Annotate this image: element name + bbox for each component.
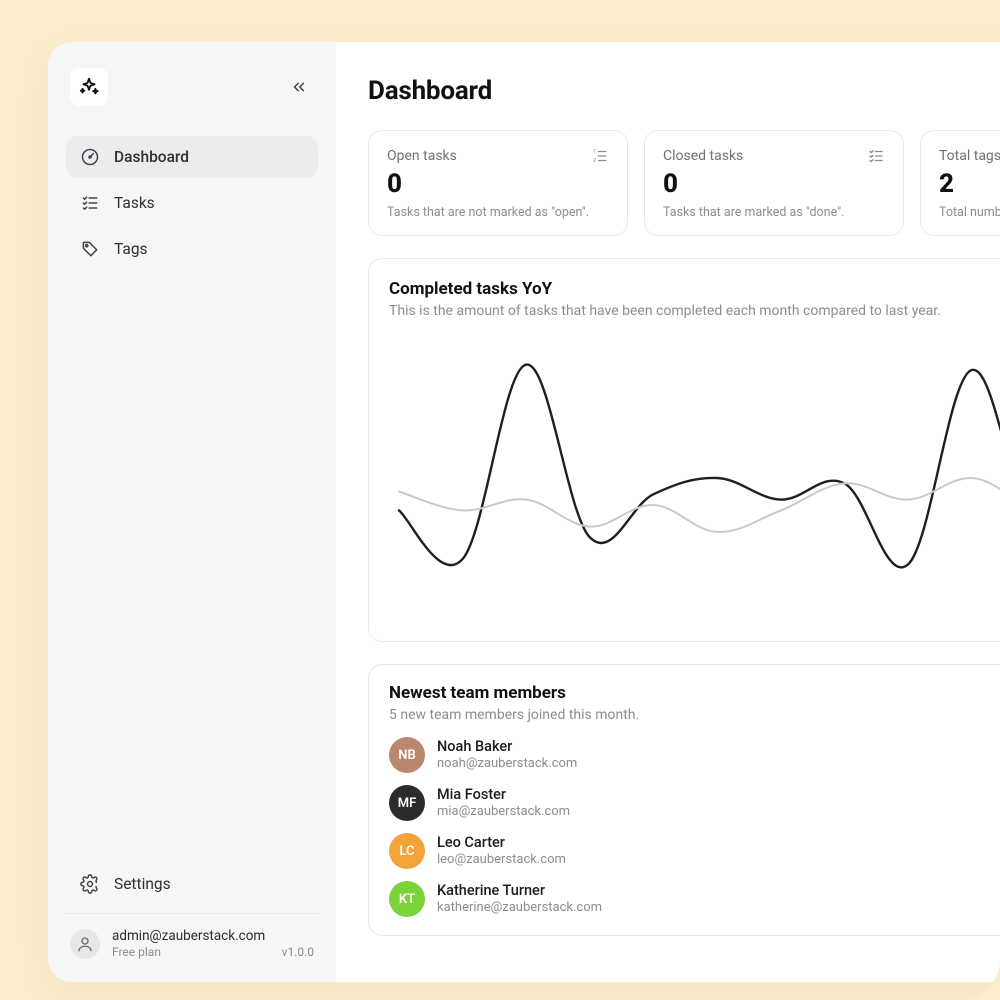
chart-series-0 [399,365,1000,568]
team-subtitle: 5 new team members joined this month. [389,707,639,723]
page-title: Dashboard [368,76,1000,106]
stat-label: Open tasks [387,148,457,164]
stat-description: Total number of tags. [939,205,1000,221]
stat-description: Tasks that are not marked as "open". [387,205,609,221]
svg-text:2: 2 [593,158,596,164]
sidebar-collapse-button[interactable] [284,72,314,102]
member-avatar: KT [389,881,425,917]
gauge-icon [80,147,100,167]
svg-text:1: 1 [593,149,596,155]
user-icon [76,935,94,953]
team-member[interactable]: KT Katherine Turnerkatherine@zauberstack.… [389,881,1000,917]
stat-value: 2 [939,169,1000,199]
nav-item-label: Settings [114,875,171,893]
member-email: noah@zauberstack.com [437,756,577,772]
ordered-list-icon: 12 [591,147,609,165]
team-member[interactable]: NB Noah Bakernoah@zauberstack.com [389,737,1000,773]
member-avatar: MF [389,785,425,821]
stat-description: Tasks that are marked as "done". [663,205,885,221]
member-name: Mia Foster [437,786,570,804]
nav-item-label: Dashboard [114,148,189,166]
member-avatar: LC [389,833,425,869]
nav-item-label: Tasks [114,194,155,212]
member-name: Leo Carter [437,834,566,852]
member-name: Katherine Turner [437,882,602,900]
nav-item-settings[interactable]: Settings [66,863,318,905]
main-content: Dashboard Open tasks 12 0 Tasks that are… [336,42,1000,982]
account-email: admin@zauberstack.com [112,928,314,945]
team-member[interactable]: MF Mia Fostermia@zauberstack.com [389,785,1000,821]
nav-item-label: Tags [114,240,148,258]
nav-item-tags[interactable]: Tags [66,228,318,270]
chart-subtitle: This is the amount of tasks that have be… [389,303,1000,319]
chart-series-1 [399,478,1000,532]
line-chart [389,333,1000,623]
stat-label: Closed tasks [663,148,743,164]
checklist-icon [80,193,100,213]
team-card: Newest team members 5 new team members j… [368,664,1000,936]
app-version: v1.0.0 [282,945,314,960]
sparkle-icon [78,76,100,98]
member-email: mia@zauberstack.com [437,804,570,820]
stat-card-open-tasks: Open tasks 12 0 Tasks that are not marke… [368,130,628,236]
tag-icon [80,239,100,259]
stats-row: Open tasks 12 0 Tasks that are not marke… [368,130,1000,236]
chart-title: Completed tasks YoY [389,279,1000,299]
chart-area [389,333,1000,623]
team-title: Newest team members [389,683,639,703]
user-avatar [70,929,100,959]
team-member[interactable]: LC Leo Carterleo@zauberstack.com [389,833,1000,869]
member-email: leo@zauberstack.com [437,852,566,868]
app-logo [70,68,108,106]
account-plan: Free plan [112,945,161,960]
chevrons-left-icon [290,78,308,96]
stat-card-closed-tasks: Closed tasks 0 Tasks that are marked as … [644,130,904,236]
gear-icon [80,874,100,894]
account-block[interactable]: admin@zauberstack.com Free plan v1.0.0 [66,924,318,966]
member-avatar: NB [389,737,425,773]
team-members-list: NB Noah Bakernoah@zauberstack.com MF Mia Fo… [389,737,1000,917]
chart-card: Completed tasks YoY This is the amount o… [368,258,1000,642]
sidebar-nav: Dashboard Tasks Tags [66,136,318,270]
check-list-icon [867,147,885,165]
stat-value: 0 [663,169,885,199]
member-email: katherine@zauberstack.com [437,900,602,916]
stat-label: Total tags [939,148,1000,164]
sidebar: Dashboard Tasks Tags [48,42,336,982]
nav-item-dashboard[interactable]: Dashboard [66,136,318,178]
stat-card-total-tags: Total tags 2 Total number of tags. [920,130,1000,236]
divider [62,913,322,914]
nav-item-tasks[interactable]: Tasks [66,182,318,224]
stat-value: 0 [387,169,609,199]
member-name: Noah Baker [437,738,577,756]
